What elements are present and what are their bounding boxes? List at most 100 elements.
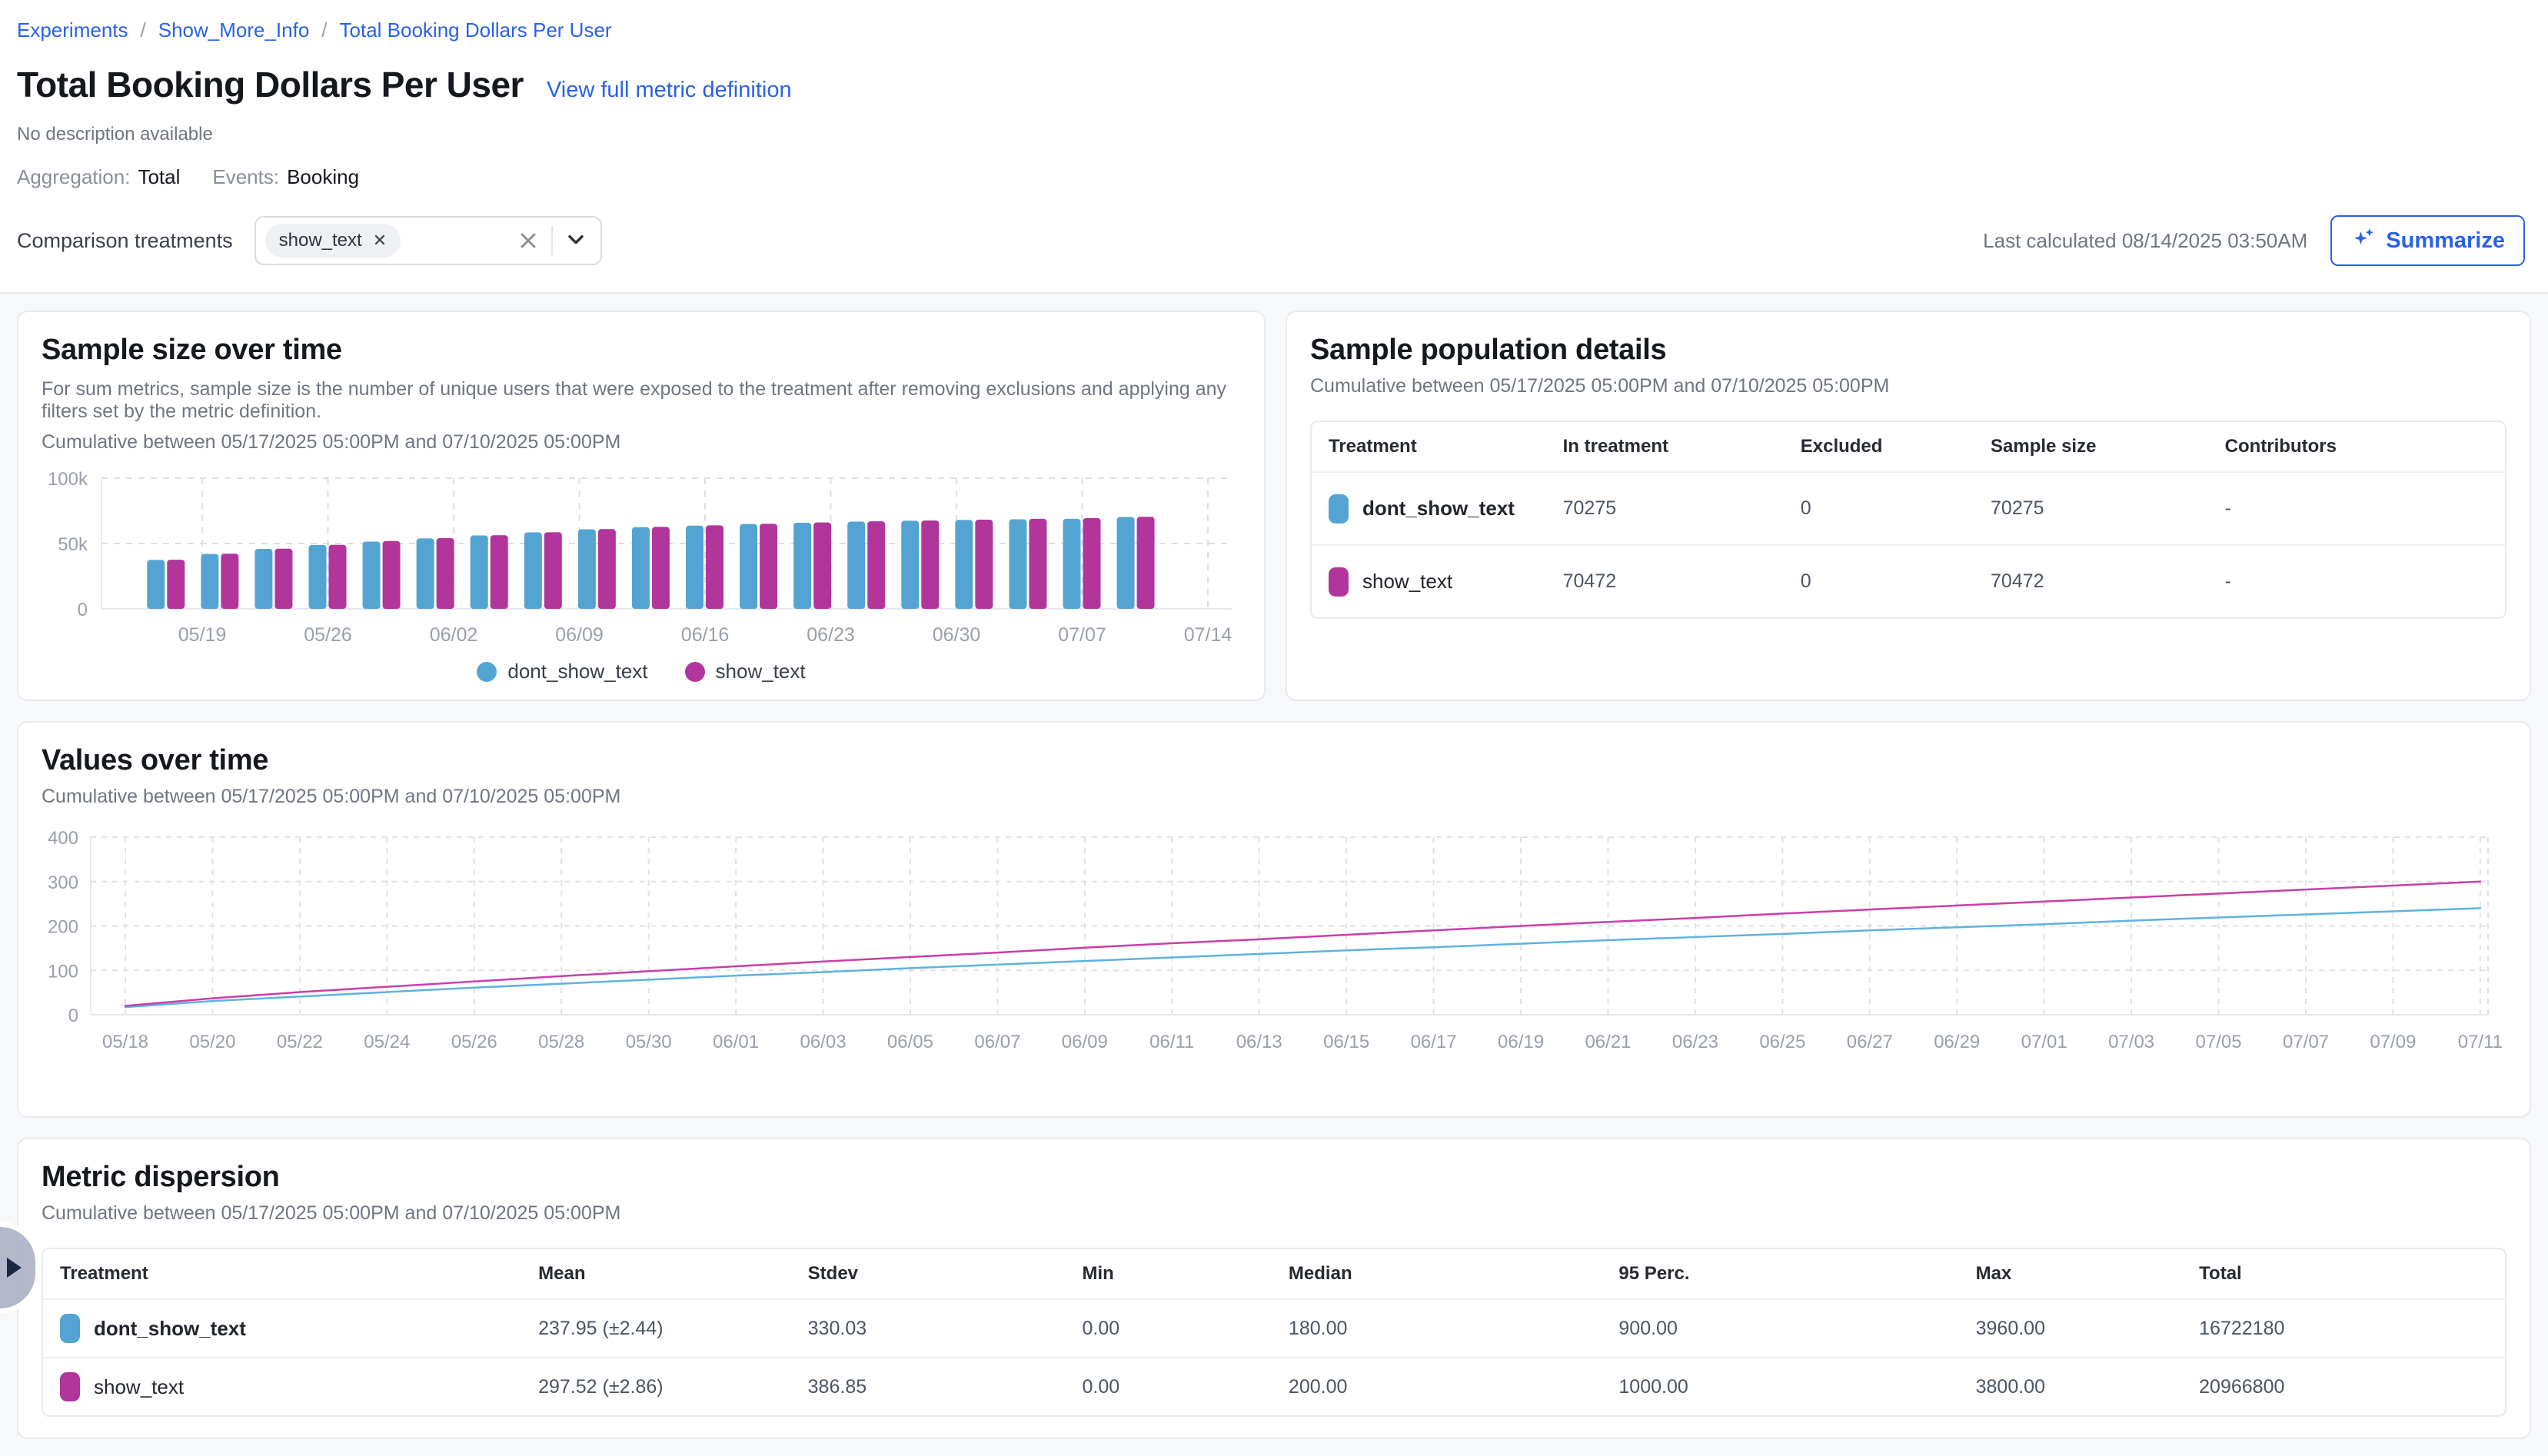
metric-description: No description available xyxy=(17,124,2525,145)
svg-text:05/28: 05/28 xyxy=(538,1032,584,1052)
page-header: Experiments / Show_More_Info / Total Boo… xyxy=(0,0,2548,294)
svg-text:05/18: 05/18 xyxy=(102,1032,148,1052)
breadcrumb: Experiments / Show_More_Info / Total Boo… xyxy=(17,18,2525,42)
chevron-down-icon[interactable] xyxy=(564,227,588,255)
breadcrumb-experiment-name[interactable]: Show_More_Info xyxy=(158,18,310,42)
table-row: dont_show_text 70275 0 70275 - xyxy=(1312,471,2505,544)
svg-text:07/11: 07/11 xyxy=(2458,1032,2503,1052)
svg-text:200: 200 xyxy=(48,917,78,938)
cell-sample-size: 70472 xyxy=(1991,570,2225,593)
svg-text:06/16: 06/16 xyxy=(681,624,730,646)
comparison-treatments-label: Comparison treatments xyxy=(17,229,233,253)
cell-excluded: 0 xyxy=(1801,570,1991,593)
legend-label: dont_show_text xyxy=(507,660,647,683)
treatment-name: show_text xyxy=(94,1375,184,1399)
cell-max: 3960.00 xyxy=(1976,1318,2200,1340)
svg-text:06/11: 06/11 xyxy=(1149,1032,1194,1052)
treatment-chip[interactable]: show_text ✕ xyxy=(265,224,401,258)
cell-sample-size: 70275 xyxy=(1991,497,2225,520)
svg-text:06/02: 06/02 xyxy=(430,624,478,646)
events-value: Booking xyxy=(287,165,359,189)
column-header: Stdev xyxy=(808,1263,1083,1285)
summarize-button[interactable]: Summarize xyxy=(2330,215,2525,266)
svg-text:06/01: 06/01 xyxy=(713,1032,759,1052)
metric-dispersion-card: Metric dispersion Cumulative between 05/… xyxy=(17,1138,2531,1439)
filter-row: Comparison treatments show_text ✕ Last c… xyxy=(17,215,2525,266)
breadcrumb-separator: / xyxy=(321,18,327,42)
values-over-time-title: Values over time xyxy=(42,744,2506,777)
aggregation-row: Aggregation: Total Events: Booking xyxy=(17,165,2525,189)
cell-max: 3800.00 xyxy=(1976,1376,2200,1398)
svg-text:0: 0 xyxy=(78,600,88,620)
svg-text:100: 100 xyxy=(48,961,78,982)
svg-text:06/07: 06/07 xyxy=(974,1032,1020,1052)
metric-dispersion-table: Treatment Mean Stdev Min Median 95 Perc.… xyxy=(42,1248,2506,1417)
svg-text:05/26: 05/26 xyxy=(451,1032,497,1052)
legend-item-show-text[interactable]: show_text xyxy=(685,660,806,683)
svg-text:05/24: 05/24 xyxy=(364,1032,410,1052)
svg-text:06/09: 06/09 xyxy=(555,624,604,646)
breadcrumb-metric-name[interactable]: Total Booking Dollars Per User xyxy=(340,18,612,42)
svg-text:0: 0 xyxy=(68,1006,78,1026)
svg-text:05/26: 05/26 xyxy=(304,624,352,646)
svg-text:06/30: 06/30 xyxy=(933,624,981,646)
svg-text:07/01: 07/01 xyxy=(2021,1032,2067,1052)
svg-text:06/15: 06/15 xyxy=(1323,1032,1369,1052)
events-label: Events: xyxy=(212,165,279,189)
column-header: In treatment xyxy=(1563,436,1801,457)
values-chart: 05/1805/2005/2205/2405/2605/2805/3006/01… xyxy=(42,822,2511,1054)
values-over-time-subtitle: Cumulative between 05/17/2025 05:00PM an… xyxy=(42,786,2506,808)
legend-item-dont-show-text[interactable]: dont_show_text xyxy=(477,660,647,683)
treatment-color-swatch xyxy=(60,1372,80,1401)
svg-text:06/05: 06/05 xyxy=(887,1032,933,1052)
treatment-color-swatch xyxy=(1329,494,1349,524)
svg-text:07/07: 07/07 xyxy=(1058,624,1106,646)
cell-median: 200.00 xyxy=(1289,1376,1618,1398)
treatment-chip-label: show_text xyxy=(279,230,362,251)
last-calculated-text: Last calculated 08/14/2025 03:50AM xyxy=(1983,229,2307,253)
column-header: Max xyxy=(1976,1263,2200,1285)
svg-text:06/13: 06/13 xyxy=(1236,1032,1282,1052)
svg-text:07/09: 07/09 xyxy=(2370,1032,2416,1052)
select-clear-icon[interactable] xyxy=(516,228,541,253)
svg-text:07/05: 07/05 xyxy=(2196,1032,2242,1052)
main-content: Sample size over time For sum metrics, s… xyxy=(0,294,2548,1456)
column-header: Mean xyxy=(538,1263,808,1285)
column-header: Total xyxy=(2199,1263,2488,1285)
select-divider xyxy=(551,226,553,255)
treatment-name: show_text xyxy=(1362,570,1452,593)
svg-text:06/27: 06/27 xyxy=(1847,1032,1893,1052)
metric-dispersion-title: Metric dispersion xyxy=(42,1161,2506,1194)
svg-text:05/20: 05/20 xyxy=(189,1032,235,1052)
svg-text:06/29: 06/29 xyxy=(1934,1032,1980,1052)
sample-population-title: Sample population details xyxy=(1310,334,2506,367)
sample-size-title: Sample size over time xyxy=(42,334,1241,367)
column-header: 95 Perc. xyxy=(1618,1263,1975,1285)
cell-total: 16722180 xyxy=(2199,1318,2488,1340)
cell-contributors: - xyxy=(2225,497,2488,520)
breadcrumb-experiments[interactable]: Experiments xyxy=(17,18,128,42)
legend-dot-blue xyxy=(477,662,497,682)
aggregation-label: Aggregation: xyxy=(17,165,130,189)
sample-size-description: For sum metrics, sample size is the numb… xyxy=(42,378,1241,423)
chip-remove-icon[interactable]: ✕ xyxy=(373,231,387,251)
svg-text:05/19: 05/19 xyxy=(178,624,227,646)
comparison-treatments-select[interactable]: show_text ✕ xyxy=(254,216,602,265)
metric-dispersion-subtitle: Cumulative between 05/17/2025 05:00PM an… xyxy=(42,1202,2506,1225)
cell-median: 180.00 xyxy=(1289,1318,1618,1340)
cell-in-treatment: 70275 xyxy=(1563,497,1801,520)
cell-stdev: 330.03 xyxy=(808,1318,1083,1340)
treatment-color-swatch xyxy=(1329,567,1349,597)
treatment-color-swatch xyxy=(60,1314,80,1343)
sample-size-chart: 05/1905/2606/0206/0906/1606/2306/3007/07… xyxy=(42,467,1244,653)
legend-label: show_text xyxy=(716,660,806,683)
cell-stdev: 386.85 xyxy=(808,1376,1083,1398)
column-header: Treatment xyxy=(1329,436,1563,457)
view-metric-definition-link[interactable]: View full metric definition xyxy=(547,78,792,103)
svg-text:06/17: 06/17 xyxy=(1411,1032,1457,1052)
svg-text:07/03: 07/03 xyxy=(2108,1032,2154,1052)
sample-size-legend: dont_show_text show_text xyxy=(42,660,1241,683)
svg-text:06/03: 06/03 xyxy=(800,1032,846,1052)
svg-text:50k: 50k xyxy=(58,534,88,555)
cell-95perc: 1000.00 xyxy=(1618,1376,1975,1398)
